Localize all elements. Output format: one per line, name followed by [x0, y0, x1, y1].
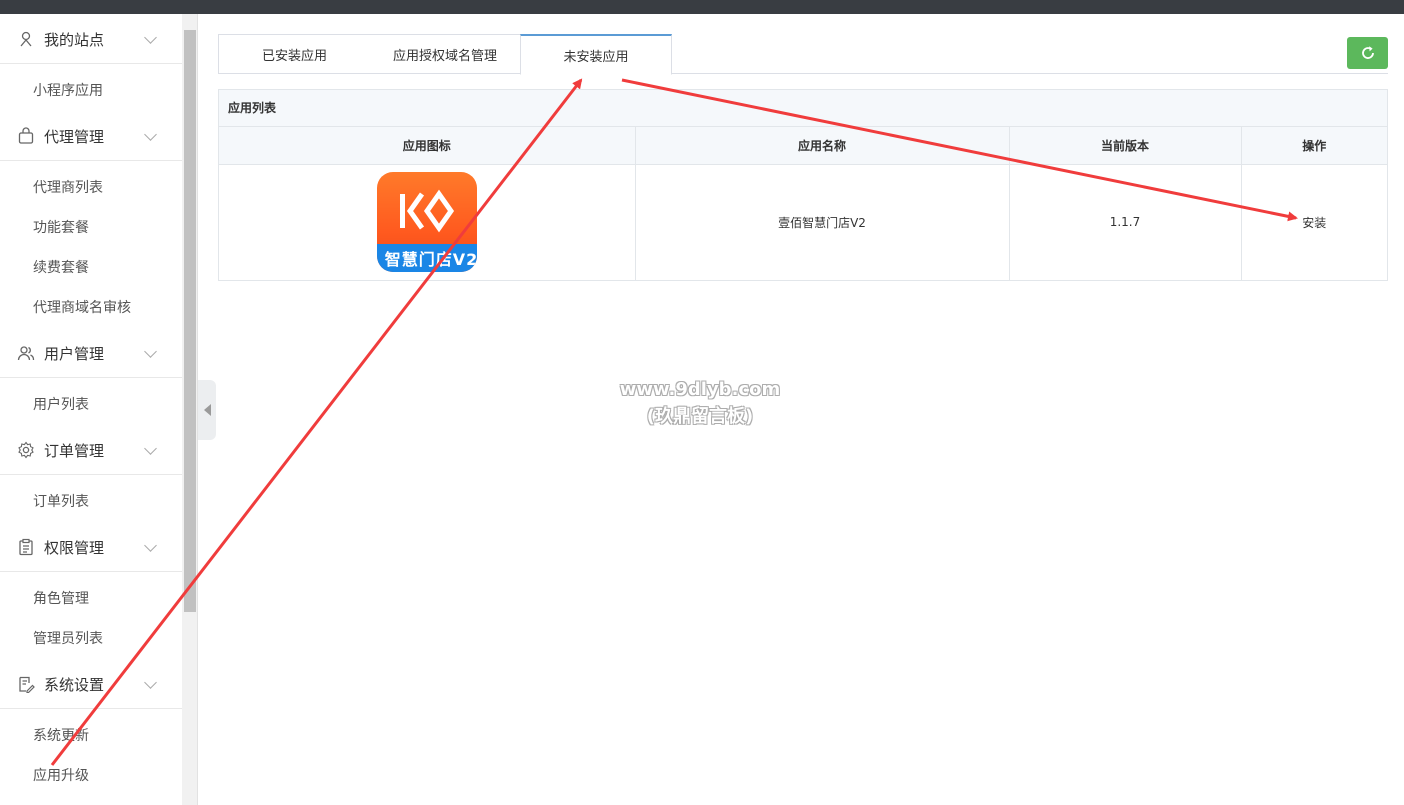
users-icon	[17, 346, 35, 361]
app-logo-text: 智慧门店V2	[384, 250, 477, 270]
bag-icon	[18, 127, 34, 144]
sidebar-group-label: 权限管理	[44, 539, 105, 557]
app-name-cell: 壹佰智慧门店V2	[635, 164, 1010, 280]
watermark-line-2: (玖鼎留言板)	[646, 406, 754, 427]
chevron-down-icon	[144, 345, 157, 358]
sidebar-item-user-list[interactable]: 用户列表	[33, 394, 89, 414]
sidebar-group-label: 订单管理	[44, 442, 105, 460]
app-table: 应用图标 应用名称 当前版本 操作 智慧门店V2 壹佰智慧门店V2 1.1.7 …	[219, 127, 1387, 280]
sidebar-group-label: 用户管理	[44, 345, 105, 363]
chevron-down-icon	[144, 676, 157, 689]
install-action-cell: 安装	[1241, 164, 1387, 280]
app-list-panel: 应用列表 应用图标 应用名称 当前版本 操作 智慧门店V2 壹佰智慧门店V2 1…	[218, 89, 1388, 281]
chevron-down-icon	[144, 31, 157, 44]
sidebar-group-system-settings[interactable]: 系统设置	[0, 659, 182, 709]
sidebar: 我的站点 小程序应用 代理管理 代理商列表 功能套餐 续费套餐 代理商域名审核 …	[0, 14, 182, 805]
install-link[interactable]: 安装	[1302, 216, 1326, 230]
sidebar-item-agent-domain-review[interactable]: 代理商域名审核	[33, 297, 131, 317]
app-icon-cell: 智慧门店V2	[219, 164, 636, 280]
sidebar-item-feature-package[interactable]: 功能套餐	[33, 217, 89, 237]
sidebar-scrollbar-thumb[interactable]	[184, 30, 196, 612]
tab-bar: 已安装应用 应用授权域名管理 未安装应用	[218, 34, 1388, 75]
chevron-down-icon	[144, 442, 157, 455]
sidebar-group-user-management[interactable]: 用户管理	[0, 328, 182, 378]
top-bar	[0, 0, 1404, 14]
sidebar-item-mini-program-apps[interactable]: 小程序应用	[33, 80, 103, 100]
watermark-line-1: www.9dlyb.com	[619, 379, 781, 400]
refresh-icon	[1361, 46, 1374, 59]
column-header-app-name: 应用名称	[635, 127, 1010, 165]
clipboard-icon	[19, 538, 33, 556]
refresh-button[interactable]	[1347, 37, 1388, 69]
chevron-down-icon	[144, 128, 157, 141]
sidebar-group-label: 我的站点	[44, 31, 105, 49]
sidebar-item-renewal-package[interactable]: 续费套餐	[33, 257, 89, 277]
tab-domain-management[interactable]: 应用授权域名管理	[370, 34, 520, 74]
sidebar-item-order-list[interactable]: 订单列表	[33, 491, 89, 511]
sidebar-group-agent-management[interactable]: 代理管理	[0, 111, 182, 161]
watermark: www.9dlyb.com (玖鼎留言板)	[600, 376, 800, 430]
sidebar-item-app-upgrade[interactable]: 应用升级	[33, 765, 89, 785]
person-pin-icon	[20, 31, 32, 47]
edit-document-icon	[19, 676, 35, 693]
tab-uninstalled-apps[interactable]: 未安装应用	[520, 34, 672, 75]
panel-title: 应用列表	[219, 90, 1387, 127]
logo-mark-icon	[399, 189, 454, 233]
app-version-cell: 1.1.7	[1009, 164, 1242, 280]
chevron-left-icon	[203, 404, 211, 416]
column-header-action: 操作	[1241, 127, 1387, 165]
tab-installed-apps[interactable]: 已安装应用	[218, 34, 370, 74]
sidebar-group-my-sites[interactable]: 我的站点	[0, 14, 182, 64]
sidebar-group-order-management[interactable]: 订单管理	[0, 425, 182, 475]
sidebar-group-label: 代理管理	[44, 128, 105, 146]
sidebar-group-permission-management[interactable]: 权限管理	[0, 522, 182, 572]
column-header-version: 当前版本	[1009, 127, 1242, 165]
chevron-down-icon	[144, 539, 157, 552]
gear-icon	[18, 441, 34, 459]
sidebar-item-role-management[interactable]: 角色管理	[33, 588, 89, 608]
sidebar-item-agent-list[interactable]: 代理商列表	[33, 177, 103, 197]
app-logo: 智慧门店V2	[376, 172, 477, 273]
sidebar-item-system-update[interactable]: 系统更新	[33, 725, 89, 745]
column-header-app-icon: 应用图标	[219, 127, 636, 165]
sidebar-collapse-handle[interactable]	[198, 380, 216, 440]
table-row: 智慧门店V2 壹佰智慧门店V2 1.1.7 安装	[219, 164, 1387, 280]
sidebar-group-label: 系统设置	[44, 676, 105, 694]
sidebar-item-admin-list[interactable]: 管理员列表	[33, 628, 103, 648]
